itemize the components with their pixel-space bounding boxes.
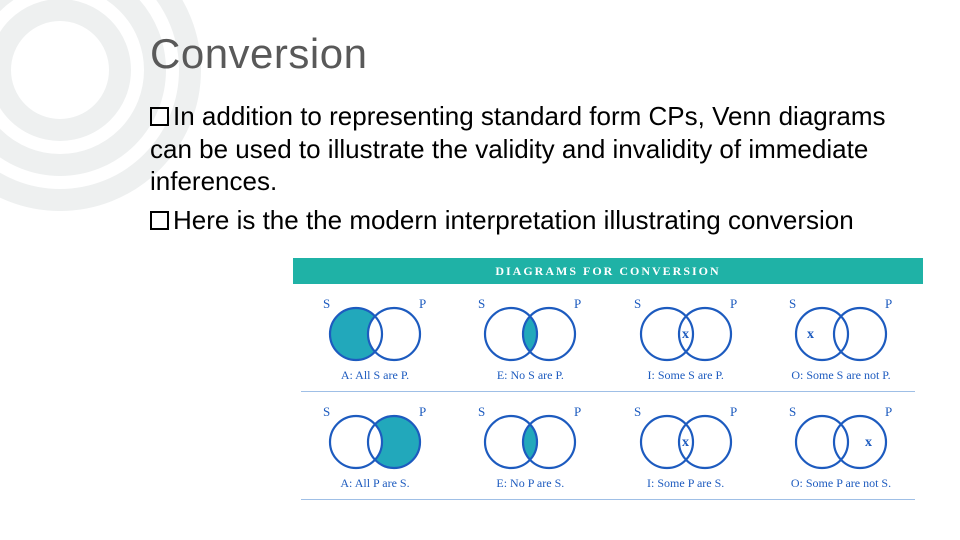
cell-O-top: x S P O: Some S are not P. — [767, 292, 915, 383]
venn-A-bottom: S P — [301, 400, 449, 475]
slide-container: Conversion In addition to representing s… — [0, 0, 960, 540]
diagram-row-1: S P A: All S are P. S P — [293, 284, 923, 383]
bullet-1-text: In addition to representing standard for… — [150, 101, 886, 196]
venn-I-bottom: x S P — [612, 400, 760, 475]
svg-text:S: S — [634, 404, 641, 419]
cell-A-top: S P A: All S are P. — [301, 292, 449, 383]
bottom-divider — [301, 499, 915, 500]
svg-text:x: x — [807, 327, 814, 342]
venn-O-top: x S P — [767, 292, 915, 367]
svg-text:P: P — [574, 404, 581, 419]
bullet-box-icon — [150, 211, 169, 230]
svg-text:S: S — [789, 296, 796, 311]
svg-text:S: S — [634, 296, 641, 311]
venn-I-top: x S P — [612, 292, 760, 367]
venn-O-bottom: x S P — [767, 400, 915, 475]
venn-A-top: S P — [301, 292, 449, 367]
cell-I-bottom: x S P I: Some P are S. — [612, 400, 760, 491]
cell-E-bottom: S P E: No P are S. — [456, 400, 604, 491]
bullet-2-text: Here is the the modern interpretation il… — [173, 205, 854, 235]
svg-text:x: x — [682, 435, 689, 450]
caption-A-top: A: All S are P. — [301, 368, 449, 383]
conversion-diagram: DIAGRAMS FOR CONVERSION S P A: All S are… — [293, 258, 923, 500]
svg-text:x: x — [865, 435, 872, 450]
caption-A-bottom: A: All P are S. — [301, 476, 449, 491]
diagram-banner: DIAGRAMS FOR CONVERSION — [293, 258, 923, 284]
bullet-1: In addition to representing standard for… — [150, 100, 930, 198]
svg-text:P: P — [730, 404, 737, 419]
venn-E-bottom: S P — [456, 400, 604, 475]
svg-text:P: P — [730, 296, 737, 311]
caption-I-bottom: I: Some P are S. — [612, 476, 760, 491]
svg-text:S: S — [478, 296, 485, 311]
svg-text:P: P — [419, 296, 426, 311]
venn-E-top: S P — [456, 292, 604, 367]
cell-O-bottom: x S P O: Some P are not S. — [767, 400, 915, 491]
svg-text:S: S — [323, 296, 330, 311]
body-text: In addition to representing standard for… — [150, 100, 930, 236]
svg-text:P: P — [419, 404, 426, 419]
cell-A-bottom: S P A: All P are S. — [301, 400, 449, 491]
caption-I-top: I: Some S are P. — [612, 368, 760, 383]
svg-text:S: S — [789, 404, 796, 419]
svg-text:P: P — [574, 296, 581, 311]
svg-text:P: P — [885, 296, 892, 311]
svg-text:S: S — [478, 404, 485, 419]
caption-O-bottom: O: Some P are not S. — [767, 476, 915, 491]
svg-text:x: x — [682, 327, 689, 342]
bullet-box-icon — [150, 107, 169, 126]
cell-I-top: x S P I: Some S are P. — [612, 292, 760, 383]
caption-E-bottom: E: No P are S. — [456, 476, 604, 491]
svg-text:P: P — [885, 404, 892, 419]
caption-E-top: E: No S are P. — [456, 368, 604, 383]
caption-O-top: O: Some S are not P. — [767, 368, 915, 383]
diagram-row-2: S P A: All P are S. S P — [293, 392, 923, 491]
slide-title: Conversion — [150, 30, 930, 78]
bullet-2: Here is the the modern interpretation il… — [150, 204, 930, 237]
cell-E-top: S P E: No S are P. — [456, 292, 604, 383]
svg-text:S: S — [323, 404, 330, 419]
